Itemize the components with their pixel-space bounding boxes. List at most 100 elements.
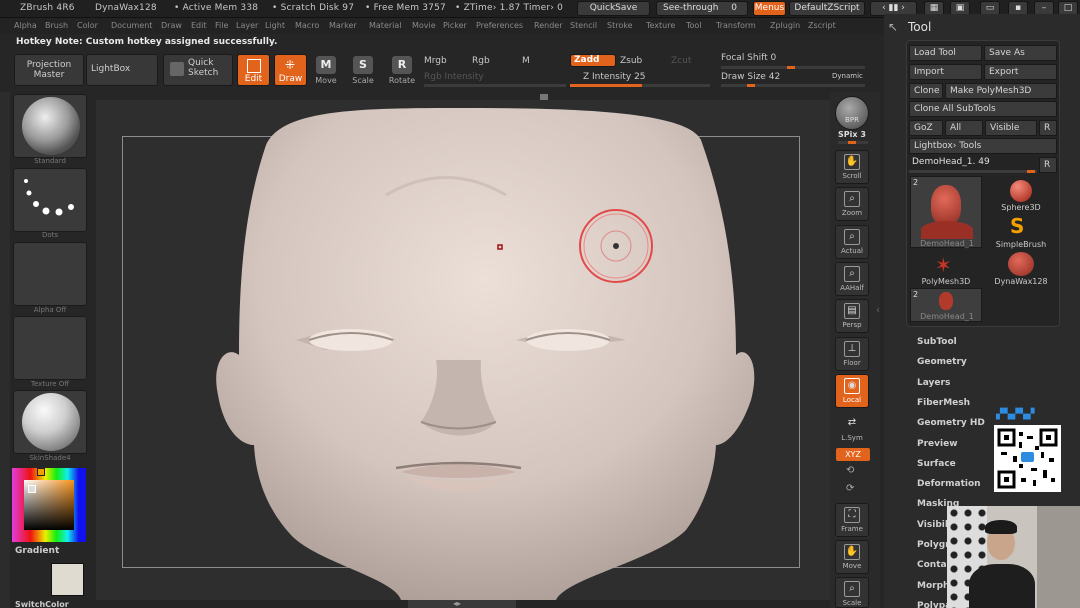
clone-button[interactable]: Clone — [909, 83, 943, 99]
aahalf-button[interactable]: ⌕ AAHalf — [835, 262, 869, 296]
menu-macro[interactable]: Macro — [295, 21, 319, 30]
spix-track[interactable] — [838, 141, 868, 144]
menu-brush[interactable]: Brush — [45, 21, 68, 30]
menu-file[interactable]: File — [215, 21, 228, 30]
tool-section-fibermesh[interactable]: FiberMesh — [917, 398, 970, 408]
lsym-button[interactable]: ⇄ L.Sym — [835, 412, 869, 446]
switch-color-button[interactable]: SwitchColor — [15, 600, 69, 608]
menu-texture[interactable]: Texture — [646, 21, 675, 30]
draw-size-track[interactable] — [721, 84, 865, 87]
spix-slider[interactable]: SPix 3 — [838, 130, 866, 139]
draw-size-slider[interactable]: Draw Size 42 — [721, 72, 780, 82]
visible-button[interactable]: Visible — [985, 120, 1037, 136]
focal-shift-slider[interactable]: Focal Shift 0 — [721, 53, 776, 63]
edit-button[interactable]: Edit — [237, 54, 270, 86]
z-intensity-slider[interactable]: Z Intensity 25 — [583, 72, 646, 82]
tool-section-geometry[interactable]: Geometry — [917, 357, 967, 367]
rgb-intensity-slider[interactable]: Rgb Intensity — [424, 72, 484, 82]
all-button[interactable]: All — [945, 120, 983, 136]
material-selector[interactable] — [13, 390, 87, 454]
menu-transform[interactable]: Transform — [716, 21, 756, 30]
tool-r-button[interactable]: R — [1039, 157, 1057, 173]
secondary-color-swatch[interactable] — [51, 563, 84, 596]
quick-sketch-button[interactable]: Quick Sketch — [163, 54, 233, 86]
menu-zscript[interactable]: Zscript — [808, 21, 836, 30]
menu-picker[interactable]: Picker — [443, 21, 467, 30]
projection-master-button[interactable]: Projection Master — [14, 54, 84, 86]
tool-section-preview[interactable]: Preview — [917, 439, 958, 449]
persp-button[interactable]: ▤ Persp — [835, 299, 869, 333]
r-button[interactable]: R — [1039, 120, 1057, 136]
brush-selector[interactable] — [13, 94, 87, 158]
simplebrush-icon[interactable]: S — [1010, 214, 1024, 238]
zoom-button[interactable]: ⌕ Zoom — [835, 187, 869, 221]
rgb-button[interactable]: Rgb — [472, 56, 490, 66]
zsub-button[interactable]: Zsub — [620, 56, 642, 66]
xyz-button[interactable]: XYZ — [836, 448, 870, 461]
scale-button[interactable]: S Scale — [347, 56, 379, 90]
tool-section-geometry-hd[interactable]: Geometry HD — [917, 418, 985, 428]
tool-thumb-demohead[interactable]: 2 DemoHead_1 — [910, 176, 982, 248]
sphere3d-icon[interactable] — [1010, 180, 1032, 202]
frame-button[interactable]: ⛶ Frame — [835, 503, 869, 537]
texture-selector[interactable] — [13, 316, 87, 380]
bottom-shelf-handle[interactable] — [408, 600, 516, 608]
focal-shift-track[interactable] — [721, 66, 865, 69]
tool-thumb-demohead-2[interactable]: 2 DemoHead_1 — [910, 288, 982, 322]
menu-alpha[interactable]: Alpha — [14, 21, 37, 30]
move-view-button[interactable]: ✋ Move — [835, 540, 869, 574]
menu-stencil[interactable]: Stencil — [570, 21, 597, 30]
current-tool-track[interactable] — [909, 170, 1037, 173]
rotate-button[interactable]: R Rotate — [386, 56, 418, 90]
floor-button[interactable]: ⊥ Floor — [835, 337, 869, 371]
bpr-button[interactable]: BPR — [835, 96, 869, 130]
z-intensity-track[interactable] — [570, 84, 710, 87]
default-zscript-button[interactable]: DefaultZScript — [789, 1, 865, 16]
rotate-z-icon[interactable]: ⟳ — [846, 483, 854, 494]
lightbox-tools-button[interactable]: Lightbox› Tools — [909, 138, 1057, 154]
hue-marker[interactable] — [37, 468, 45, 476]
zcut-button[interactable]: Zcut — [671, 56, 691, 66]
menu-render[interactable]: Render — [534, 21, 562, 30]
dynawax-icon[interactable] — [1008, 252, 1034, 276]
current-tool-slider[interactable]: DemoHead_1. 49 — [912, 157, 990, 167]
scroll-button[interactable]: ✋ Scroll — [835, 150, 869, 184]
menu-tool[interactable]: Tool — [686, 21, 702, 30]
menu-preferences[interactable]: Preferences — [476, 21, 523, 30]
save-as-button[interactable]: Save As — [984, 45, 1057, 61]
tool-section-surface[interactable]: Surface — [917, 459, 956, 469]
see-through-slider[interactable]: See-through 0 — [656, 1, 748, 16]
left-tray-edge[interactable] — [0, 92, 10, 608]
actual-button[interactable]: ⌕ Actual — [835, 225, 869, 259]
local-button[interactable]: ◉ Local — [835, 374, 869, 408]
gradient-label[interactable]: Gradient — [15, 546, 59, 556]
lightbox-button[interactable]: LightBox — [86, 54, 158, 86]
dynamic-button[interactable]: Dynamic — [832, 72, 863, 80]
main-color-swatch[interactable] — [28, 485, 36, 493]
make-polymesh-button[interactable]: Make PolyMesh3D — [945, 83, 1057, 99]
load-tool-button[interactable]: Load Tool — [909, 45, 982, 61]
quicksave-button[interactable]: QuickSave — [577, 1, 650, 16]
zadd-button[interactable]: Zadd — [570, 54, 616, 67]
color-picker[interactable] — [12, 468, 86, 542]
clone-all-subtools-button[interactable]: Clone All SubTools — [909, 101, 1057, 117]
tool-section-subtool[interactable]: SubTool — [917, 337, 957, 347]
menu-draw[interactable]: Draw — [161, 21, 182, 30]
menu-zplugin[interactable]: Zplugin — [770, 21, 800, 30]
rotate-y-icon[interactable]: ⟲ — [846, 465, 854, 476]
tool-section-deformation[interactable]: Deformation — [917, 479, 981, 489]
tool-section-layers[interactable]: Layers — [917, 378, 950, 388]
menu-document[interactable]: Document — [111, 21, 152, 30]
goz-button[interactable]: GoZ — [909, 120, 943, 136]
tool-pin-icon[interactable]: ↖ — [888, 20, 898, 34]
draw-button[interactable]: ⁜ Draw — [274, 54, 307, 86]
alpha-selector[interactable] — [13, 242, 87, 306]
menu-color[interactable]: Color — [77, 21, 98, 30]
move-button[interactable]: M Move — [310, 56, 342, 90]
import-button[interactable]: Import — [909, 64, 982, 80]
mrgb-button[interactable]: Mrgb — [424, 56, 447, 66]
stroke-selector[interactable] — [13, 168, 87, 232]
menu-marker[interactable]: Marker — [329, 21, 357, 30]
polymesh3d-icon[interactable]: ✶ — [935, 253, 952, 277]
menu-material[interactable]: Material — [369, 21, 402, 30]
